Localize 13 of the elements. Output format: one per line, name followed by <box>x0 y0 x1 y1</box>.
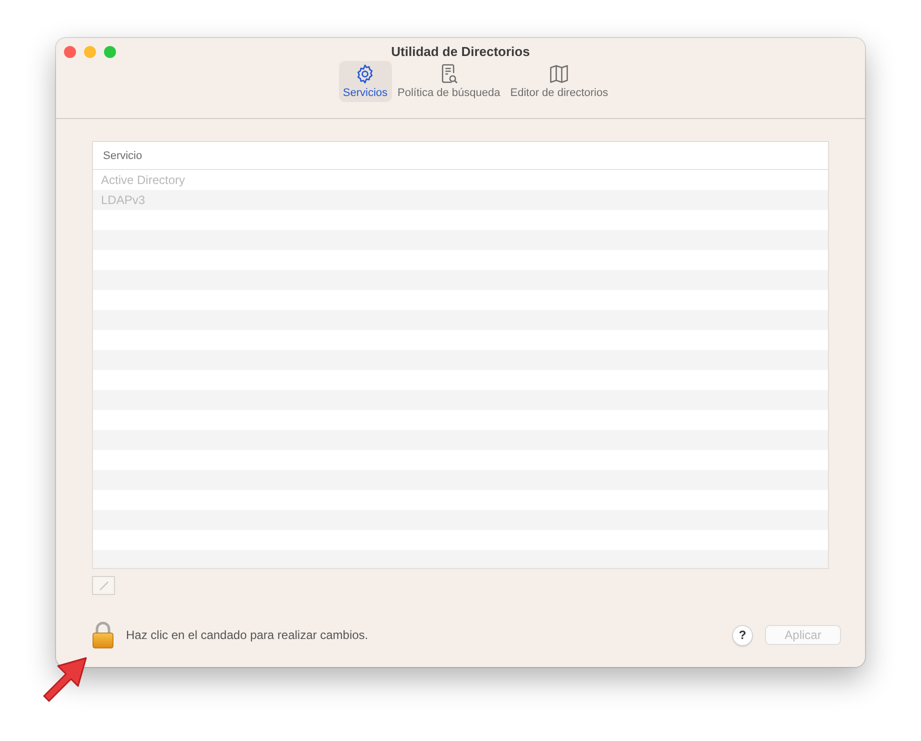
toolbar-tab[interactable]: Política de búsqueda <box>394 61 504 102</box>
lock-message: Haz clic en el candado para realizar cambios. <box>126 628 368 642</box>
toolbar-tab[interactable]: Servicios <box>338 61 392 102</box>
map-icon <box>548 63 570 85</box>
minimize-button[interactable] <box>84 46 96 58</box>
padlock-icon[interactable] <box>92 621 114 649</box>
pencil-icon <box>98 580 110 592</box>
column-header[interactable]: Servicio <box>103 150 142 162</box>
window-title: Utilidad de Directorios <box>391 44 530 59</box>
toolbar-tab[interactable]: Editor de directorios <box>506 61 612 102</box>
help-button[interactable]: ? <box>732 624 753 646</box>
close-button[interactable] <box>64 46 76 58</box>
zoom-button[interactable] <box>104 46 116 58</box>
